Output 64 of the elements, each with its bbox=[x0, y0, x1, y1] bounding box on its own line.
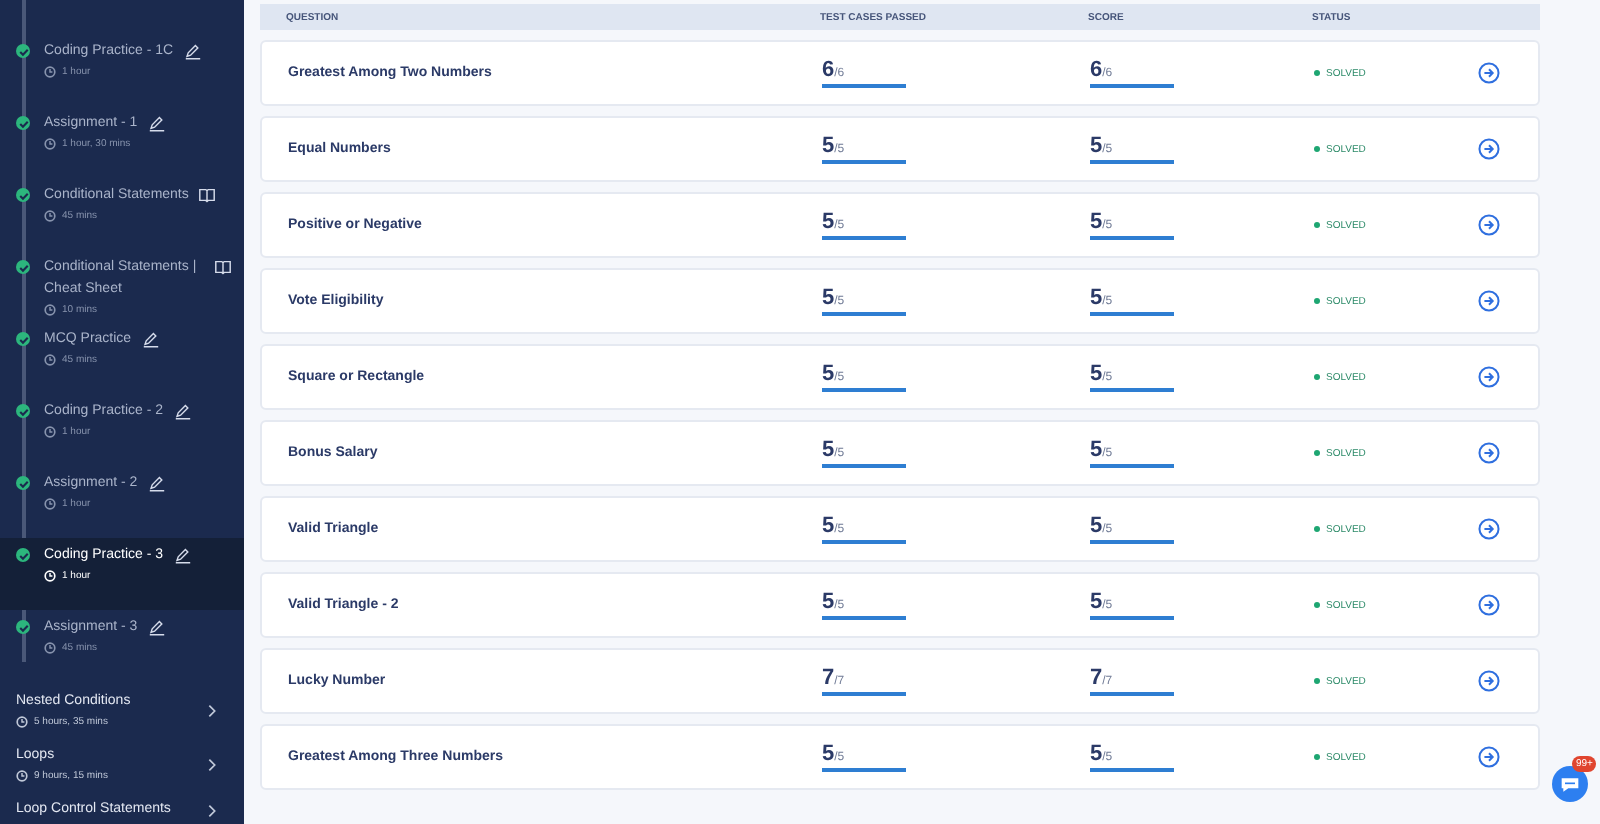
tests-passed-value: 5 bbox=[822, 286, 835, 310]
clock-icon bbox=[44, 138, 56, 150]
status-dot bbox=[1314, 754, 1320, 760]
score-value: 5 bbox=[1090, 286, 1103, 310]
clock-icon bbox=[44, 66, 56, 78]
status-dot bbox=[1314, 602, 1320, 608]
clock-icon bbox=[44, 570, 56, 582]
status-dot bbox=[1314, 450, 1320, 456]
arrow-right-circle-icon[interactable] bbox=[1478, 594, 1500, 616]
chevron-right-icon bbox=[208, 757, 216, 771]
arrow-right-circle-icon[interactable] bbox=[1478, 366, 1500, 388]
status-dot bbox=[1314, 298, 1320, 304]
status-dot bbox=[1314, 526, 1320, 532]
clock-icon bbox=[16, 716, 28, 728]
tests-passed-value: 5 bbox=[822, 438, 835, 462]
clock-icon bbox=[16, 770, 28, 782]
tests-passed-value: 7 bbox=[822, 666, 835, 690]
chevron-right-icon bbox=[208, 803, 216, 817]
arrow-right-circle-icon[interactable] bbox=[1478, 214, 1500, 236]
clock-icon bbox=[44, 210, 56, 222]
clock-icon bbox=[44, 304, 56, 316]
arrow-right-circle-icon[interactable] bbox=[1478, 442, 1500, 464]
score-value: 5 bbox=[1090, 134, 1103, 158]
status-dot bbox=[1314, 374, 1320, 380]
arrow-right-circle-icon[interactable] bbox=[1478, 138, 1500, 160]
score-value: 6 bbox=[1090, 58, 1103, 82]
score-value: 5 bbox=[1090, 438, 1103, 462]
edit-icon bbox=[147, 114, 166, 132]
arrow-right-circle-icon[interactable] bbox=[1478, 670, 1500, 692]
book-icon bbox=[198, 186, 217, 204]
edit-icon bbox=[183, 42, 202, 60]
score-value: 5 bbox=[1090, 742, 1103, 766]
edit-icon bbox=[173, 546, 192, 564]
chevron-right-icon bbox=[208, 703, 216, 717]
clock-icon bbox=[44, 498, 56, 510]
score-value: 5 bbox=[1090, 210, 1103, 234]
tests-passed-value: 6 bbox=[822, 58, 835, 82]
arrow-right-circle-icon[interactable] bbox=[1478, 746, 1500, 768]
tests-passed-value: 5 bbox=[822, 514, 835, 538]
tests-passed-value: 5 bbox=[822, 362, 835, 386]
edit-icon bbox=[141, 330, 160, 348]
tests-passed-value: 5 bbox=[822, 210, 835, 234]
arrow-right-circle-icon[interactable] bbox=[1478, 518, 1500, 540]
chat-icon bbox=[1560, 775, 1580, 793]
arrow-right-circle-icon[interactable] bbox=[1478, 62, 1500, 84]
clock-icon bbox=[44, 426, 56, 438]
arrow-right-circle-icon[interactable] bbox=[1478, 290, 1500, 312]
clock-icon bbox=[44, 642, 56, 654]
status-dot bbox=[1314, 70, 1320, 76]
tests-passed-value: 5 bbox=[822, 590, 835, 614]
book-icon bbox=[214, 258, 232, 276]
score-value: 5 bbox=[1090, 514, 1103, 538]
edit-icon bbox=[147, 474, 166, 492]
status-dot bbox=[1314, 146, 1320, 152]
score-value: 5 bbox=[1090, 590, 1103, 614]
tests-passed-value: 5 bbox=[822, 742, 835, 766]
score-value: 5 bbox=[1090, 362, 1103, 386]
status-dot bbox=[1314, 678, 1320, 684]
edit-icon bbox=[147, 618, 166, 636]
score-value: 7 bbox=[1090, 666, 1103, 690]
edit-icon bbox=[173, 402, 192, 420]
status-dot bbox=[1314, 222, 1320, 228]
clock-icon bbox=[44, 354, 56, 366]
tests-passed-value: 5 bbox=[822, 134, 835, 158]
